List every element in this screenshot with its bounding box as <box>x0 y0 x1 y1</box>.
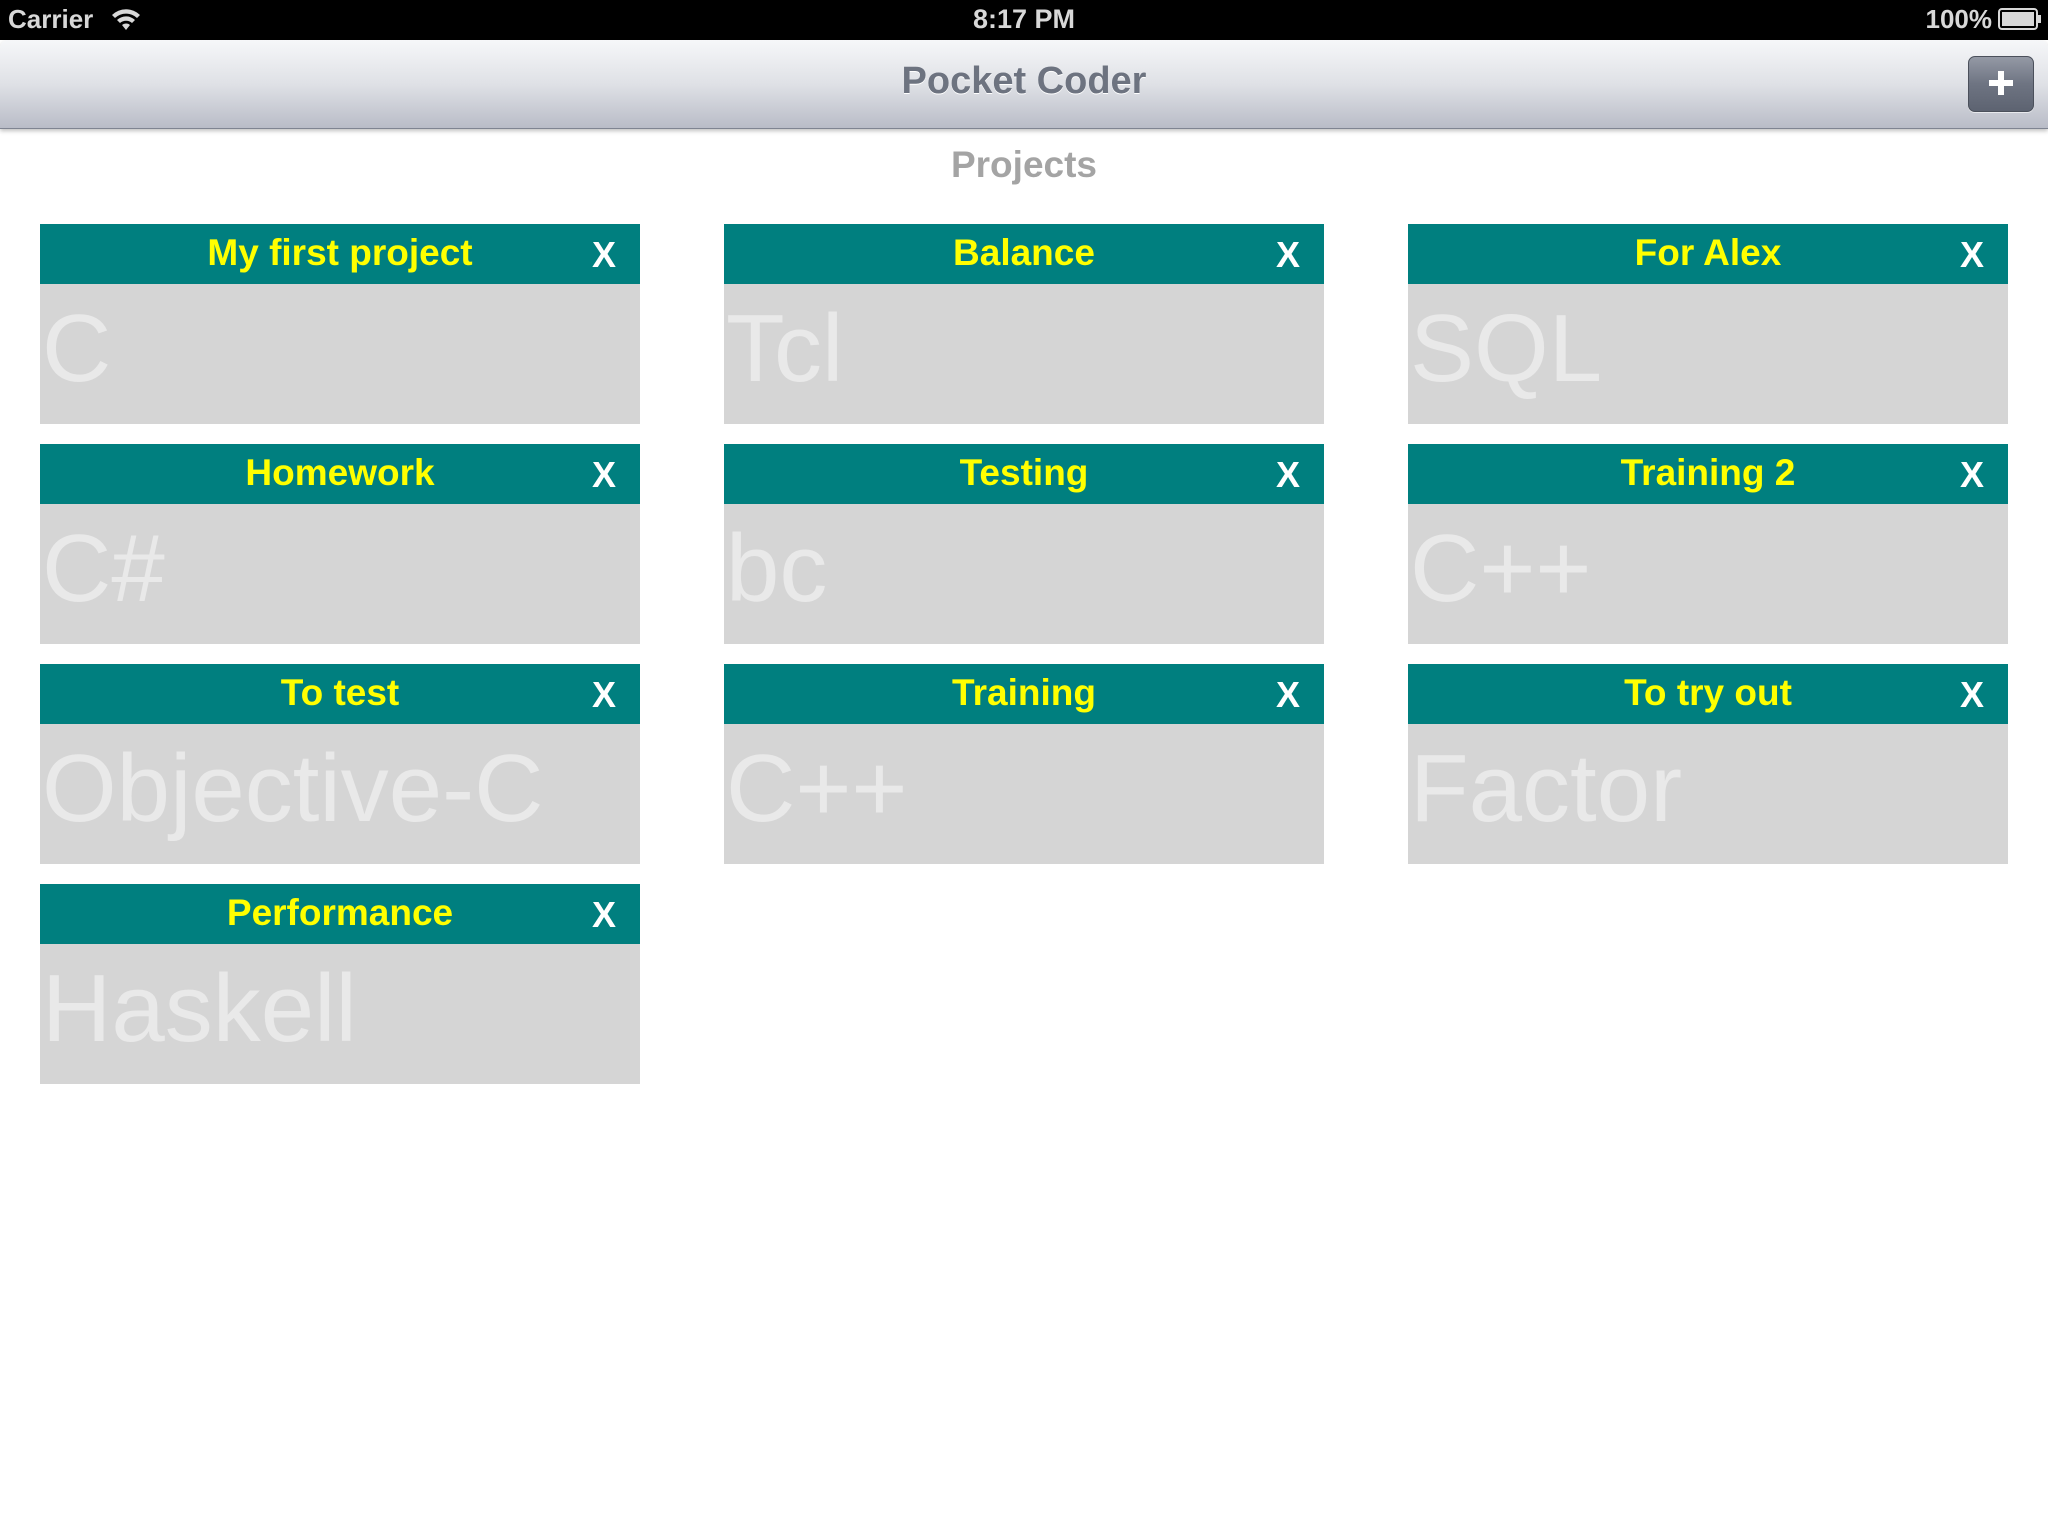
project-language: SQL <box>1410 295 1603 402</box>
project-name: Performance <box>226 892 454 933</box>
delete-project-button[interactable]: X <box>1954 234 1990 275</box>
project-card-header: Balance X <box>724 224 1324 284</box>
project-card[interactable]: Training 2 X C++ <box>1408 444 2008 644</box>
project-card[interactable]: To try out X Factor <box>1408 664 2008 864</box>
delete-project-button[interactable]: X <box>586 234 622 275</box>
project-language: bc <box>726 515 828 622</box>
project-card-body: Objective-C <box>40 724 640 864</box>
project-language: C# <box>42 515 165 622</box>
project-card-body: C <box>40 284 640 424</box>
project-card-header: Performance X <box>40 884 640 944</box>
project-name: Testing <box>959 452 1089 493</box>
project-card-body: Haskell <box>40 944 640 1084</box>
project-name: Training 2 <box>1620 452 1796 493</box>
project-card[interactable]: Performance X Haskell <box>40 884 640 1084</box>
project-card[interactable]: To test X Objective-C <box>40 664 640 864</box>
add-project-button[interactable] <box>1968 56 2034 112</box>
project-name: To test <box>280 672 400 713</box>
delete-project-button[interactable]: X <box>1270 454 1306 495</box>
project-language: C <box>42 295 112 402</box>
project-card-body: SQL <box>1408 284 2008 424</box>
clock: 8:17 PM <box>972 4 1076 34</box>
project-language: C++ <box>1410 515 1592 622</box>
navigation-bar: Pocket Coder <box>0 40 2048 129</box>
project-card-body: C# <box>40 504 640 644</box>
delete-project-button[interactable]: X <box>1270 234 1306 275</box>
project-language: Factor <box>1410 735 1683 842</box>
delete-project-button[interactable]: X <box>1954 674 1990 715</box>
project-card-body: Tcl <box>724 284 1324 424</box>
delete-project-button[interactable]: X <box>586 674 622 715</box>
battery-icon <box>1998 8 2042 30</box>
app-title: Pocket Coder <box>901 60 1147 102</box>
project-name: Homework <box>245 452 435 493</box>
project-card[interactable]: Balance X Tcl <box>724 224 1324 424</box>
project-card-header: Training X <box>724 664 1324 724</box>
project-language: Tcl <box>726 295 844 402</box>
delete-project-button[interactable]: X <box>586 454 622 495</box>
project-card-body: bc <box>724 504 1324 644</box>
project-name: My first project <box>207 232 473 273</box>
project-card-body: Factor <box>1408 724 2008 864</box>
delete-project-button[interactable]: X <box>1270 674 1306 715</box>
project-language: Objective-C <box>42 735 544 842</box>
section-title: Projects <box>950 144 1097 185</box>
project-card-header: My first project X <box>40 224 640 284</box>
project-name: For Alex <box>1634 232 1782 273</box>
project-name: Balance <box>953 232 1095 273</box>
project-language: C++ <box>726 735 908 842</box>
project-card[interactable]: Training X C++ <box>724 664 1324 864</box>
project-name: To try out <box>1624 672 1792 713</box>
project-card[interactable]: Testing X bc <box>724 444 1324 644</box>
status-bar: Carrier 8:17 PM 100% <box>0 0 2048 40</box>
project-name: Training <box>952 672 1096 713</box>
project-card[interactable]: For Alex X SQL <box>1408 224 2008 424</box>
delete-project-button[interactable]: X <box>1954 454 1990 495</box>
project-card-header: To test X <box>40 664 640 724</box>
delete-project-button[interactable]: X <box>586 894 622 935</box>
project-card-header: Homework X <box>40 444 640 504</box>
project-card-header: To try out X <box>1408 664 2008 724</box>
project-language: Haskell <box>42 955 357 1062</box>
plus-icon <box>1989 71 2013 95</box>
project-card-header: For Alex X <box>1408 224 2008 284</box>
project-card-body: C++ <box>1408 504 2008 644</box>
project-card[interactable]: Homework X C# <box>40 444 640 644</box>
project-card-header: Testing X <box>724 444 1324 504</box>
battery-percentage: 100% <box>1925 4 1993 34</box>
project-card[interactable]: My first project X C <box>40 224 640 424</box>
project-card-body: C++ <box>724 724 1324 864</box>
project-card-header: Training 2 X <box>1408 444 2008 504</box>
